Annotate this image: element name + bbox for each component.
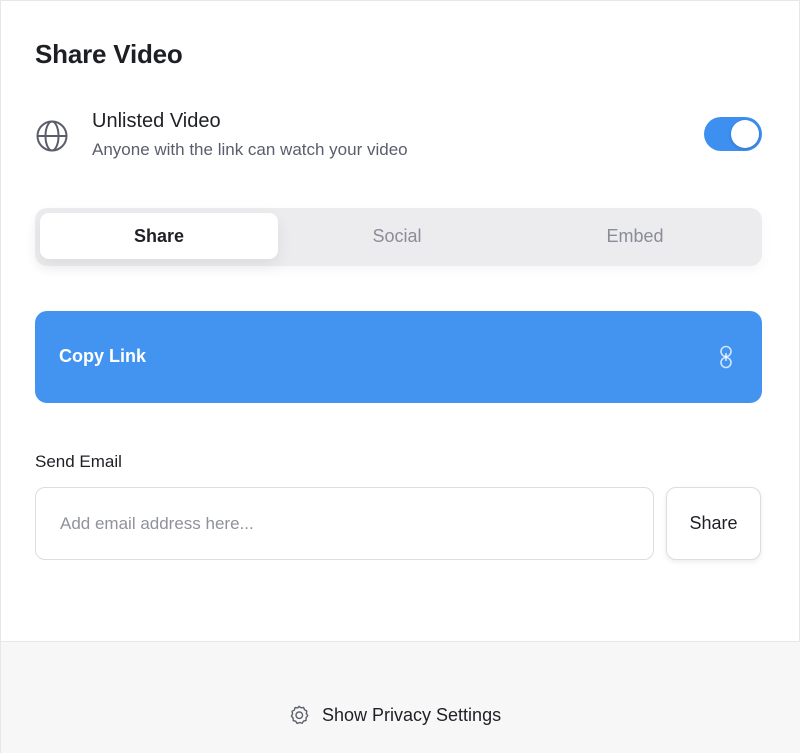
dialog-title: Share Video — [35, 39, 183, 69]
tab-embed[interactable]: Embed — [516, 213, 754, 259]
share-dialog: Share Video Unlisted Video Anyone with t… — [0, 0, 800, 753]
toggle-knob — [731, 120, 759, 148]
unlisted-toggle[interactable] — [704, 117, 762, 151]
show-privacy-settings-button[interactable]: Show Privacy Settings — [288, 702, 501, 728]
visibility-setting: Unlisted Video Anyone with the link can … — [35, 107, 762, 163]
copy-link-button[interactable]: Copy Link — [35, 311, 762, 403]
privacy-settings-label: Show Privacy Settings — [322, 704, 502, 725]
share-tabs: Share Social Embed — [35, 208, 762, 266]
link-icon — [720, 345, 732, 369]
gear-icon — [290, 705, 309, 725]
tab-social[interactable]: Social — [278, 213, 516, 259]
copy-link-label: Copy Link — [59, 346, 147, 366]
tab-share[interactable]: Share — [40, 213, 278, 259]
share-email-button[interactable]: Share — [666, 487, 761, 560]
globe-icon — [36, 120, 68, 152]
visibility-subtitle: Anyone with the link can watch your vide… — [92, 140, 408, 159]
send-email-label: Send Email — [35, 452, 122, 471]
dialog-footer: Show Privacy Settings — [1, 641, 800, 753]
email-input[interactable] — [35, 487, 654, 560]
visibility-title: Unlisted Video — [92, 110, 221, 132]
